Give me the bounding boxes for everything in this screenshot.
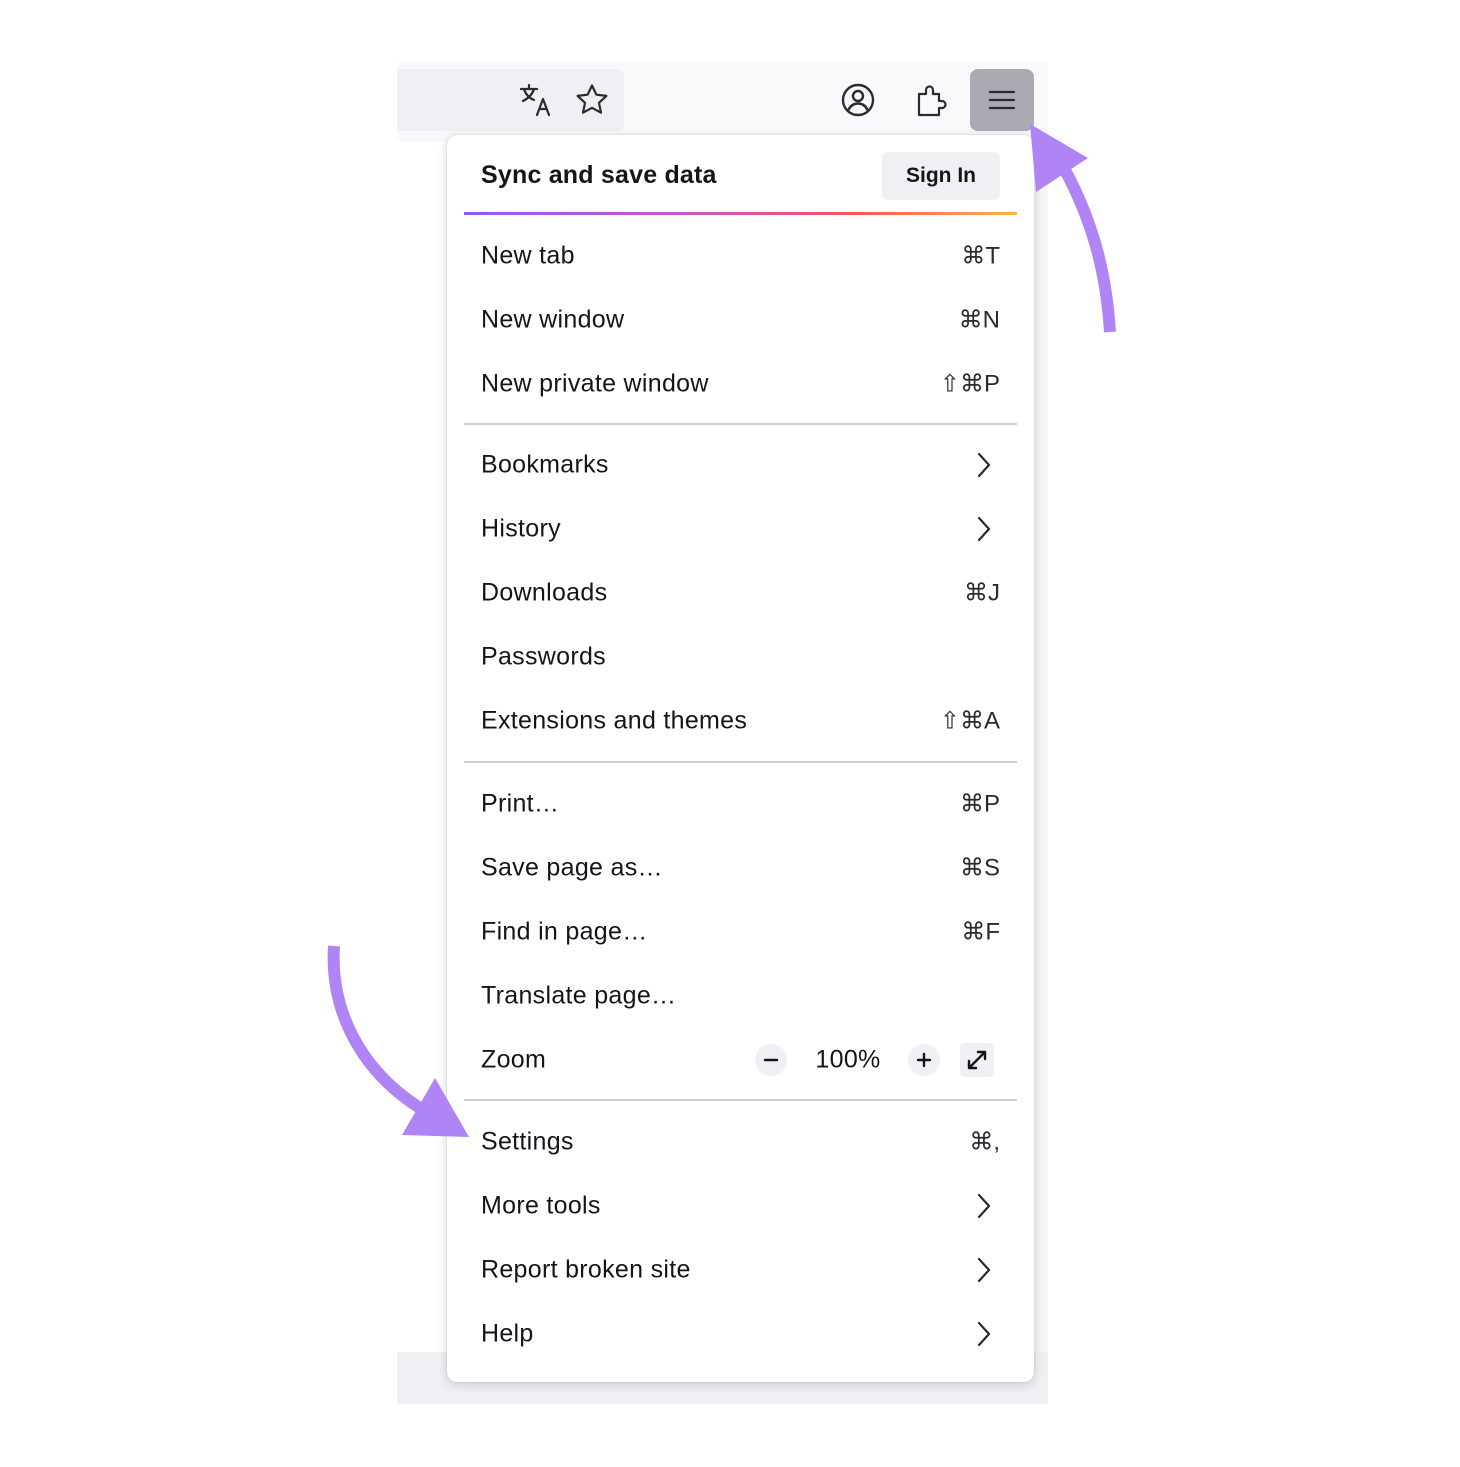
arrow-to-menu-button-icon <box>1030 124 1116 333</box>
arrow-to-settings-icon <box>327 945 469 1137</box>
annotation-arrows <box>327 124 1116 1137</box>
